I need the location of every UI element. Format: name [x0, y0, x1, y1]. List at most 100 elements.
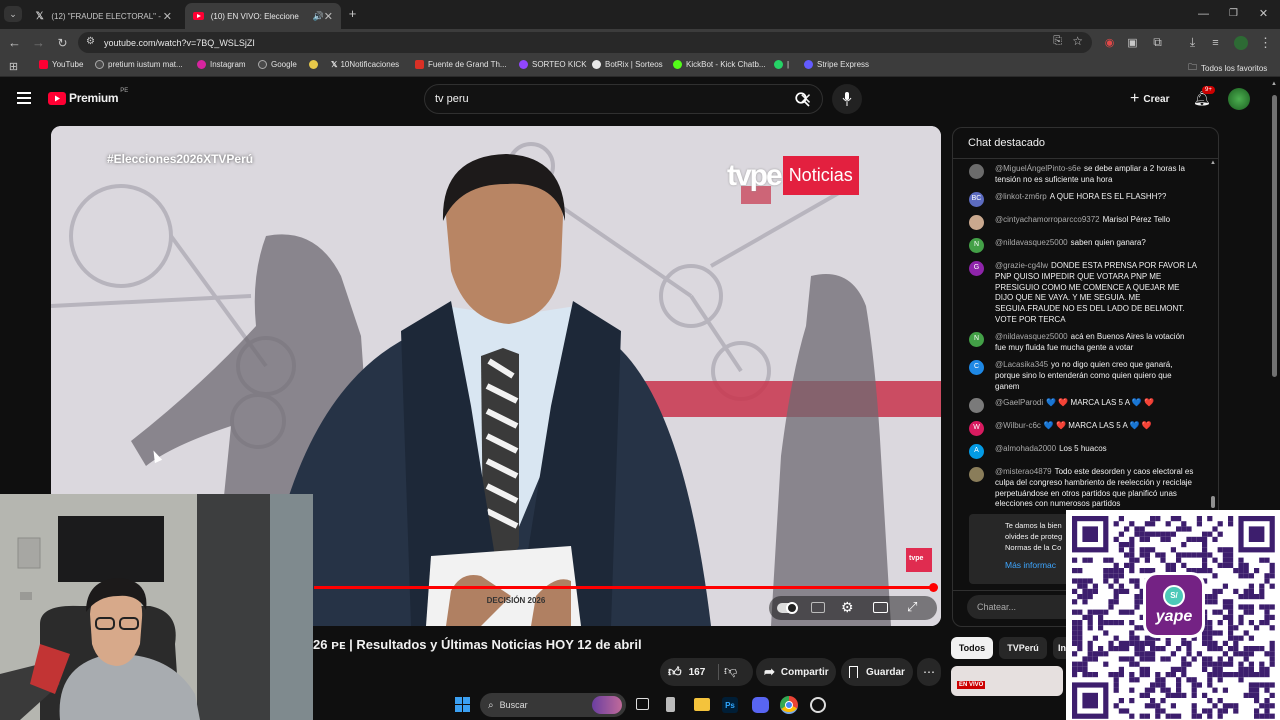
chat-author[interactable]: @linkot-zm6rp — [995, 192, 1047, 201]
chat-message[interactable]: BC @linkot-zm6rp A QUE HORA ES EL FLASHH?? — [969, 192, 1197, 207]
recommended-thumbnail[interactable]: EN VIVO — [951, 666, 1063, 696]
chat-message[interactable]: C @Lacasika345 yo no digo quien creo que g… — [969, 360, 1197, 392]
chat-author[interactable]: @almohada2000 — [995, 444, 1056, 453]
close-tab-icon[interactable]: ✕ — [163, 10, 172, 23]
install-icon[interactable]: ⎘ — [1053, 35, 1062, 48]
taskbar-app-icon[interactable] — [666, 697, 675, 712]
chat-message[interactable]: N @nildavasquez5000 acá en Buenos Aires la… — [969, 332, 1197, 354]
chat-avatar[interactable] — [969, 398, 984, 413]
back-icon[interactable]: ← — [7, 35, 22, 50]
task-view-icon[interactable] — [636, 698, 649, 710]
chat-message[interactable]: G @grazie-cg4lw DONDE ESTA PRENSA POR FAVO… — [969, 261, 1197, 326]
tab-fraude[interactable]: 𝕏 (12) "FRAUDE ELECTORAL" - Bu ✕ — [26, 3, 180, 29]
site-info-icon[interactable]: ⚙ — [86, 36, 95, 47]
autoplay-toggle[interactable] — [777, 602, 798, 614]
reload-icon[interactable]: ↻ — [55, 35, 70, 50]
miniplayer-icon[interactable] — [873, 602, 888, 613]
account-avatar[interactable] — [1228, 88, 1250, 110]
taskbar-search[interactable]: ⌕ Buscar — [480, 693, 626, 717]
forward-icon[interactable]: → — [31, 35, 46, 50]
address-bar[interactable]: ⚙ youtube.com/watch?v=7BQ_WSLSjZI ⎘ ☆ — [78, 32, 1092, 53]
chrome-menu-icon[interactable]: ⋮ — [1258, 35, 1273, 50]
bookmark-star-icon[interactable]: ☆ — [1072, 34, 1083, 48]
extension-icon[interactable]: ▣ — [1125, 35, 1140, 50]
profile-avatar[interactable] — [1233, 35, 1248, 50]
search-input[interactable]: tv peru ✕ — [424, 84, 823, 114]
search-button[interactable] — [782, 84, 823, 114]
share-button[interactable]: ➦ Compartir — [756, 658, 836, 686]
chat-author[interactable]: @misterao4879 — [995, 467, 1052, 476]
bookmark-10notificaciones[interactable]: 𝕏 10Notificaciones — [331, 60, 399, 69]
bookmark-google[interactable]: Google — [258, 60, 297, 69]
minimize-icon[interactable]: — — [1196, 6, 1211, 21]
chat-avatar[interactable]: N — [969, 238, 984, 253]
chrome-icon[interactable] — [780, 696, 798, 714]
photoshop-icon[interactable]: Ps — [722, 697, 738, 713]
chat-author[interactable]: @cintyachamorroparcco9372 — [995, 215, 1100, 224]
chat-scrollbar[interactable]: ▲ — [1210, 160, 1216, 514]
bookmark-whatsapp[interactable]: | — [774, 60, 789, 69]
all-bookmarks[interactable]: 🗀 Todos los favoritos — [1188, 60, 1267, 76]
chat-header-title[interactable]: Chat destacado — [968, 137, 1045, 149]
chat-avatar[interactable]: N — [969, 332, 984, 347]
tab-en-vivo[interactable]: (10) EN VIVO: Eleccione 🔊 ✕ — [185, 3, 341, 29]
save-button[interactable]: Guardar — [841, 658, 913, 686]
bookmark-notificaciones-icon[interactable] — [309, 60, 322, 69]
chat-message-list[interactable]: @MiguelÁngelPinto-s6e se debe ampliar a 2… — [953, 164, 1213, 509]
chat-message[interactable]: @misterao4879 Todo este desorden y caos e… — [969, 467, 1197, 510]
chat-message[interactable]: N @nildavasquez5000 saben quien ganara? — [969, 238, 1197, 253]
chat-author[interactable]: @grazie-cg4lw — [995, 261, 1048, 270]
scrubber-handle[interactable] — [929, 583, 938, 592]
chat-avatar[interactable]: W — [969, 421, 984, 436]
extension-icon[interactable]: ◉ — [1102, 35, 1117, 50]
restore-icon[interactable]: ❐ — [1226, 6, 1241, 21]
new-tab-button[interactable]: + — [345, 6, 360, 21]
settings-icon[interactable]: ⚙ — [841, 599, 854, 616]
fullscreen-icon[interactable]: ⤢ — [907, 599, 917, 615]
bookmark-youtube[interactable]: YouTube — [39, 60, 83, 69]
bookmark-pretium[interactable]: pretium iustum mat... — [95, 60, 183, 69]
chat-message[interactable]: A @almohada2000 Los 5 huacos — [969, 444, 1197, 459]
like-button[interactable]: 👍︎ 167 — [668, 664, 705, 680]
chat-author[interactable]: @GaelParodi — [995, 398, 1043, 407]
chat-avatar[interactable]: BC — [969, 192, 984, 207]
close-tab-icon[interactable]: ✕ — [324, 10, 333, 23]
chat-message[interactable]: @cintyachamorroparcco9372 Marisol Pérez T… — [969, 215, 1197, 230]
speaker-icon[interactable]: 🔊 — [313, 11, 324, 22]
chat-message[interactable]: W @Wilbur-c6c 💙 ❤️ MARCA LAS 5 A 💙 ❤️ — [969, 421, 1197, 436]
tab-search-chevron-icon[interactable]: ⌄ — [4, 6, 22, 22]
chat-avatar[interactable] — [969, 164, 984, 179]
bookmark-stripe[interactable]: Stripe Express — [804, 60, 869, 69]
voice-search-button[interactable] — [832, 84, 862, 114]
hamburger-menu-icon[interactable] — [17, 92, 31, 104]
chat-avatar[interactable]: C — [969, 360, 984, 375]
bookmark-instagram[interactable]: Instagram — [197, 60, 246, 69]
chat-author[interactable]: @Lacasika345 — [995, 360, 1048, 369]
chat-author[interactable]: @Wilbur-c6c — [995, 421, 1041, 430]
chip-todos[interactable]: Todos — [951, 637, 993, 659]
notifications-button[interactable]: 🔔︎ 9+ — [1193, 86, 1215, 108]
chat-avatar[interactable]: G — [969, 261, 984, 276]
chat-avatar[interactable]: A — [969, 444, 984, 459]
more-info-link[interactable]: Más informac — [1005, 560, 1056, 570]
taskbar-app-icon[interactable] — [810, 697, 826, 713]
chat-avatar[interactable] — [969, 467, 984, 482]
bookmark-fuente[interactable]: Fuente de Grand Th... — [415, 60, 507, 69]
chip-tvperu[interactable]: TVPerú — [999, 637, 1047, 659]
more-actions-button[interactable]: ⋯ — [917, 658, 941, 686]
windows-start-icon[interactable] — [455, 697, 470, 712]
youtube-premium-logo[interactable]: Premium PE — [48, 88, 128, 105]
chat-author[interactable]: @MiguelÁngelPinto-s6e — [995, 164, 1081, 173]
close-window-icon[interactable]: ✕ — [1256, 6, 1271, 21]
bookmark-kickbot[interactable]: KickBot - Kick Chatb... — [673, 60, 766, 69]
dislike-button[interactable]: 👎︎ — [724, 663, 737, 679]
media-control-icon[interactable]: ≡ — [1208, 35, 1223, 50]
downloads-icon[interactable]: ⤓ — [1185, 35, 1200, 50]
chat-message[interactable]: @MiguelÁngelPinto-s6e se debe ampliar a 2… — [969, 164, 1197, 186]
progress-bar-track[interactable] — [314, 583, 938, 592]
discord-icon[interactable] — [752, 697, 769, 713]
file-explorer-icon[interactable] — [694, 698, 710, 711]
extensions-puzzle-icon[interactable]: ⧉ — [1150, 35, 1165, 50]
bookmark-sorteo-kick[interactable]: SORTEO KICK — [519, 60, 587, 69]
subtitles-icon[interactable] — [811, 602, 825, 613]
